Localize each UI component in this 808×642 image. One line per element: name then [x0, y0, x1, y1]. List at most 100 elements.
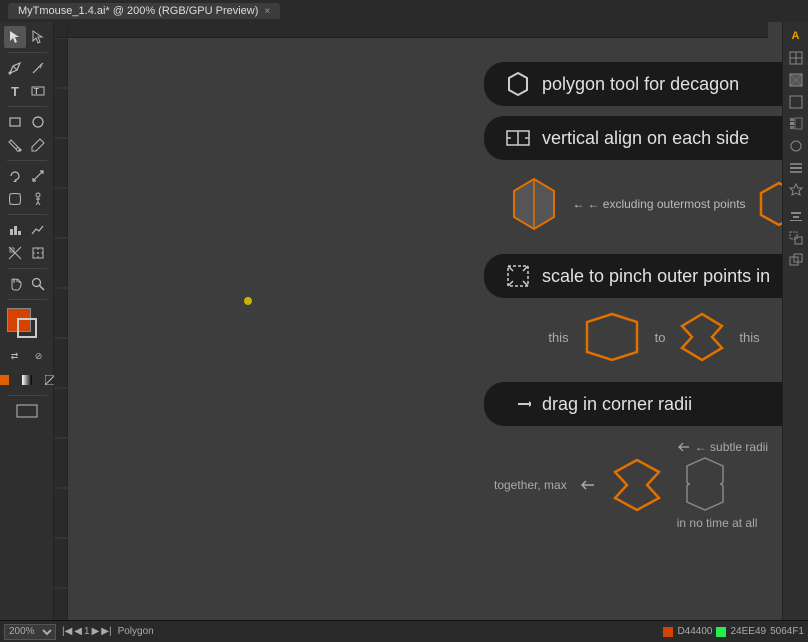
selection-tool-group [4, 26, 49, 48]
diagram-2: this to this [484, 308, 782, 366]
color-mode-button[interactable] [0, 369, 15, 391]
paintbucket-tool-group [4, 134, 49, 156]
slice-select-tool[interactable] [27, 242, 49, 264]
diagram3-center-shape [609, 457, 665, 513]
pen-tool[interactable] [4, 57, 26, 79]
toolbar-divider-3 [7, 160, 47, 161]
color-fill-stroke[interactable] [5, 308, 49, 342]
align-panel-button[interactable] [786, 206, 806, 226]
diagram1-right-shape [754, 179, 782, 229]
instruction-card-1: polygon tool for decagon [484, 62, 782, 106]
diagram3-subtle-radii-row: ← subtle radii [677, 440, 768, 454]
nav-prev-button[interactable]: ◀ [74, 626, 82, 637]
diagram2-this-right: this [739, 330, 759, 345]
gradient-mode-button[interactable] [16, 369, 38, 391]
document-tab[interactable]: MyTmouse_1.4.ai* @ 200% (RGB/GPU Preview… [8, 3, 280, 19]
toolbar-divider-2 [7, 106, 47, 107]
diagram2-this-left: this [548, 330, 568, 345]
cursor-dot [244, 297, 252, 305]
diagram3-subtle-radii-text: ← subtle radii [695, 440, 768, 454]
card4-label: drag in corner radii [542, 394, 692, 415]
diagram1-arrow-text: ← ← excluding outermost points [572, 197, 745, 211]
slice-tool[interactable] [4, 242, 26, 264]
line-graph-tool[interactable] [27, 219, 49, 241]
swap-colors-button[interactable]: ⇄ [4, 345, 26, 367]
direct-selection-tool[interactable] [27, 26, 49, 48]
diagram2-shape-right [677, 312, 727, 362]
diagram1-left-shape [504, 174, 564, 234]
diagram3-arrow-left [579, 476, 597, 494]
close-tab-button[interactable]: × [264, 6, 270, 17]
vertical-ruler [54, 38, 68, 620]
nav-page-number: 1 [84, 626, 90, 637]
instruction-card-2: vertical align on each side [484, 116, 782, 160]
warp-tool[interactable] [4, 188, 26, 210]
zoom-pan-group [4, 273, 49, 295]
color-panel-button[interactable] [786, 70, 806, 90]
paintbucket-tool[interactable] [4, 134, 26, 156]
libraries-panel-button[interactable] [786, 48, 806, 68]
appearance-panel-button[interactable] [786, 180, 806, 200]
polygon-tool-icon [504, 70, 532, 98]
zoom-select[interactable]: 200% 100% 50% [4, 624, 56, 640]
none-color-button[interactable]: ⊘ [28, 345, 50, 367]
color-controls: ⇄ ⊘ [4, 345, 50, 367]
nav-next-button[interactable]: ▶ [92, 626, 100, 637]
color1-swatch [663, 627, 673, 637]
card3-label: scale to pinch outer points in [542, 266, 770, 287]
right-panel: A [782, 22, 808, 620]
color-mode-buttons [0, 369, 61, 391]
diagram2-to-text: to [655, 330, 666, 345]
transform-panel-button[interactable] [786, 228, 806, 248]
hand-tool[interactable] [4, 273, 26, 295]
add-anchor-tool[interactable]: + [27, 57, 49, 79]
selection-tool[interactable] [4, 26, 26, 48]
swatches-panel-button[interactable] [786, 92, 806, 112]
horizontal-ruler [54, 22, 768, 38]
brush-panel-button[interactable] [786, 114, 806, 134]
pathfinder-panel-button[interactable] [786, 250, 806, 270]
transform-tool-group [4, 165, 49, 187]
eyedropper-tool[interactable] [27, 134, 49, 156]
arrow-symbol: ← [572, 197, 584, 211]
title-bar: MyTmouse_1.4.ai* @ 200% (RGB/GPU Preview… [0, 0, 808, 22]
color2-swatch [716, 627, 726, 637]
diagram3-in-no-time: in no time at all [677, 516, 758, 530]
color1-value: D44400 [677, 626, 712, 637]
ruler-markings [54, 23, 768, 37]
instructions-panel: polygon tool for decagon vertical align … [484, 62, 782, 534]
diagram-1: ← ← excluding outermost points [484, 170, 782, 238]
nav-last-button[interactable]: ▶| [101, 626, 111, 637]
puppet-warp-tool[interactable] [27, 188, 49, 210]
ellipse-tool[interactable] [27, 111, 49, 133]
pen-tool-group: + [4, 57, 49, 79]
zoom-tool[interactable] [27, 273, 49, 295]
properties-panel-button[interactable]: A [786, 26, 806, 46]
diagram3-right-shape [685, 456, 725, 512]
rectangle-tool[interactable] [4, 111, 26, 133]
artboard-name: Polygon [118, 626, 154, 637]
nav-first-button[interactable]: |◀ [62, 626, 72, 637]
scale-tool[interactable] [27, 165, 49, 187]
screen-mode-button[interactable] [9, 400, 45, 422]
toolbar-divider-5 [7, 268, 47, 269]
symbols-panel-button[interactable] [786, 136, 806, 156]
instruction-card-4: drag in corner radii [484, 382, 782, 426]
area-type-tool[interactable]: T [27, 80, 49, 102]
toolbar-divider-7 [7, 395, 47, 396]
color-info: D44400 24EE49 5064F1 [663, 626, 804, 637]
diagram-3: together, max ← subtle radii [484, 436, 782, 534]
type-tool[interactable]: T [4, 80, 26, 102]
diagram3-arrow-icon [677, 440, 691, 454]
rotate-tool[interactable] [4, 165, 26, 187]
left-toolbar: + T T [0, 22, 54, 620]
stroke-color-box[interactable] [17, 318, 37, 338]
graph-tool-group [4, 219, 49, 241]
slice-tool-group [4, 242, 49, 264]
column-graph-tool[interactable] [4, 219, 26, 241]
graphic-styles-button[interactable] [786, 158, 806, 178]
toolbar-divider [7, 52, 47, 53]
canvas-area: polygon tool for decagon vertical align … [54, 22, 782, 620]
diagram2-shape-left [581, 312, 643, 362]
svg-text:T: T [34, 87, 39, 96]
